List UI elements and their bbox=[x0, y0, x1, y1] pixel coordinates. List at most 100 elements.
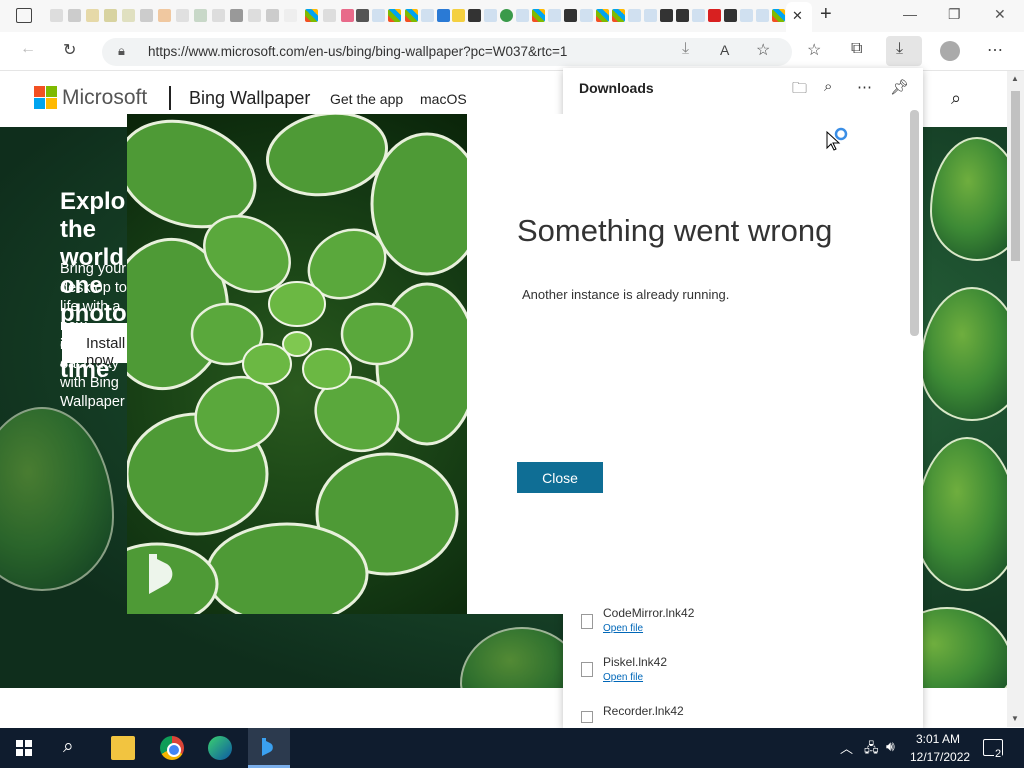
start-icon[interactable] bbox=[16, 740, 32, 756]
download-indicator-icon[interactable]: ⤓ bbox=[682, 40, 689, 58]
open-folder-icon[interactable]: 🗀︎ bbox=[792, 78, 807, 103]
tab-favicon[interactable] bbox=[158, 9, 171, 22]
notification-count: 2 bbox=[994, 748, 1003, 760]
tab-favicon[interactable] bbox=[548, 9, 561, 22]
lock-icon: 🔒︎ bbox=[118, 43, 125, 58]
leaf-decoration bbox=[920, 287, 1007, 421]
network-icon[interactable]: 🖧︎ bbox=[864, 739, 879, 761]
tab-favicon[interactable] bbox=[341, 9, 354, 22]
favorite-add-icon[interactable]: ☆ bbox=[756, 40, 770, 60]
restore-icon[interactable]: ❐ bbox=[948, 6, 961, 23]
downloads-icon[interactable]: ⤓ bbox=[896, 40, 903, 58]
tab-favicon[interactable] bbox=[140, 9, 153, 22]
edge-icon[interactable] bbox=[208, 736, 232, 760]
tab-favicon[interactable] bbox=[50, 9, 63, 22]
tab-favicon[interactable] bbox=[772, 9, 785, 22]
collections-icon[interactable]: ⧉ bbox=[851, 40, 862, 58]
tab-favicon[interactable] bbox=[248, 9, 261, 22]
file-explorer-icon[interactable] bbox=[111, 736, 135, 760]
downloads-more-icon[interactable]: ⋯ bbox=[857, 78, 872, 96]
taskbar-search-icon[interactable]: ⌕ bbox=[63, 736, 74, 758]
downloads-search-icon[interactable]: ⌕ bbox=[824, 78, 832, 95]
tab-actions-icon[interactable] bbox=[16, 8, 32, 23]
page-scrollbar-thumb[interactable] bbox=[1011, 91, 1020, 261]
more-icon[interactable]: ⋯ bbox=[987, 40, 1003, 60]
tab-favicon[interactable] bbox=[532, 9, 545, 22]
tab-favicon[interactable] bbox=[468, 9, 481, 22]
tab-favicon[interactable] bbox=[122, 9, 135, 22]
nav-get-the-app[interactable]: Get the app bbox=[330, 91, 403, 107]
tab-favicon[interactable] bbox=[452, 9, 465, 22]
tab-favicon[interactable] bbox=[628, 9, 641, 22]
microsoft-logo-icon[interactable] bbox=[34, 86, 57, 109]
scroll-down-icon[interactable]: ▼ bbox=[1011, 714, 1019, 723]
leaf-decoration bbox=[0, 407, 114, 591]
tab-favicon[interactable] bbox=[564, 9, 577, 22]
tab-favicon[interactable] bbox=[388, 9, 401, 22]
install-button[interactable]: Install now bbox=[62, 323, 132, 369]
page-scrollbar[interactable]: ▲ ▼ bbox=[1007, 71, 1024, 727]
tab-favicon[interactable] bbox=[500, 9, 513, 22]
tab-favicon[interactable] bbox=[68, 9, 81, 22]
pin-icon[interactable]: 📌︎ bbox=[890, 78, 909, 96]
scroll-up-icon[interactable]: ▲ bbox=[1011, 74, 1019, 83]
tab-close-icon[interactable]: ✕ bbox=[792, 8, 803, 24]
tab-favicon[interactable] bbox=[676, 9, 689, 22]
tab-favicon[interactable] bbox=[596, 9, 609, 22]
profile-avatar[interactable] bbox=[940, 41, 960, 61]
chrome-center bbox=[167, 743, 181, 757]
tab-favicon[interactable] bbox=[323, 9, 336, 22]
leaf-decoration bbox=[915, 437, 1007, 591]
new-tab-icon[interactable]: + bbox=[820, 3, 832, 26]
tab-favicon[interactable] bbox=[516, 9, 529, 22]
site-search-icon[interactable]: ⌕ bbox=[951, 88, 961, 109]
volume-icon[interactable]: 🔊︎ bbox=[886, 738, 895, 755]
tab-favicon[interactable] bbox=[356, 9, 369, 22]
tab-favicon[interactable] bbox=[612, 9, 625, 22]
tab-favicon[interactable] bbox=[86, 9, 99, 22]
tab-favicon[interactable] bbox=[756, 9, 769, 22]
tab-favicon[interactable] bbox=[405, 9, 418, 22]
open-file-link[interactable]: Open file bbox=[603, 672, 643, 683]
tab-favicon[interactable] bbox=[212, 9, 225, 22]
open-file-link[interactable]: Open file bbox=[603, 623, 643, 634]
clock-time[interactable]: 3:01 AM bbox=[916, 732, 960, 746]
tab-favicon[interactable] bbox=[724, 9, 737, 22]
tab-favicon[interactable] bbox=[176, 9, 189, 22]
refresh-icon[interactable]: ↻ bbox=[63, 40, 76, 60]
brand-name[interactable]: Microsoft bbox=[62, 86, 147, 110]
read-aloud-icon[interactable]: A bbox=[720, 42, 729, 58]
tab-favicon[interactable] bbox=[266, 9, 279, 22]
tray-chevron-icon[interactable]: ︿ bbox=[840, 738, 853, 757]
tab-favicon[interactable] bbox=[692, 9, 705, 22]
nav-macos[interactable]: macOS bbox=[420, 91, 467, 107]
minimize-icon[interactable]: — bbox=[903, 6, 917, 22]
tab-favicon[interactable] bbox=[484, 9, 497, 22]
close-button[interactable]: Close bbox=[517, 462, 603, 493]
favorites-icon[interactable]: ☆ bbox=[807, 40, 821, 60]
tab-favicon[interactable] bbox=[305, 9, 318, 22]
tab-favicon[interactable] bbox=[372, 9, 385, 22]
tab-favicon[interactable] bbox=[644, 9, 657, 22]
window-close-icon[interactable]: ✕ bbox=[994, 6, 1006, 23]
tab-favicon[interactable] bbox=[230, 9, 243, 22]
downloads-button[interactable] bbox=[886, 36, 922, 66]
install-label: Install now bbox=[86, 335, 126, 369]
downloads-scrollbar[interactable] bbox=[910, 110, 919, 336]
back-icon[interactable]: ← bbox=[20, 40, 36, 58]
tab-favicon[interactable] bbox=[740, 9, 753, 22]
download-item-name[interactable]: Piskel.lnk42 bbox=[603, 655, 667, 669]
download-item-name[interactable]: Recorder.lnk42 bbox=[603, 704, 684, 718]
tab-favicon[interactable] bbox=[437, 9, 450, 22]
tab-favicon[interactable] bbox=[580, 9, 593, 22]
url-text[interactable]: https://www.microsoft.com/en-us/bing/bin… bbox=[148, 44, 567, 59]
tab-favicon[interactable] bbox=[421, 9, 434, 22]
tab-favicon[interactable] bbox=[660, 9, 673, 22]
tab-favicon[interactable] bbox=[104, 9, 117, 22]
product-name[interactable]: Bing Wallpaper bbox=[189, 88, 310, 109]
tab-favicon[interactable] bbox=[708, 9, 721, 22]
download-item-name[interactable]: CodeMirror.lnk42 bbox=[603, 606, 694, 620]
clock-date[interactable]: 12/17/2022 bbox=[910, 750, 970, 764]
tab-favicon[interactable] bbox=[284, 9, 297, 22]
tab-favicon[interactable] bbox=[194, 9, 207, 22]
